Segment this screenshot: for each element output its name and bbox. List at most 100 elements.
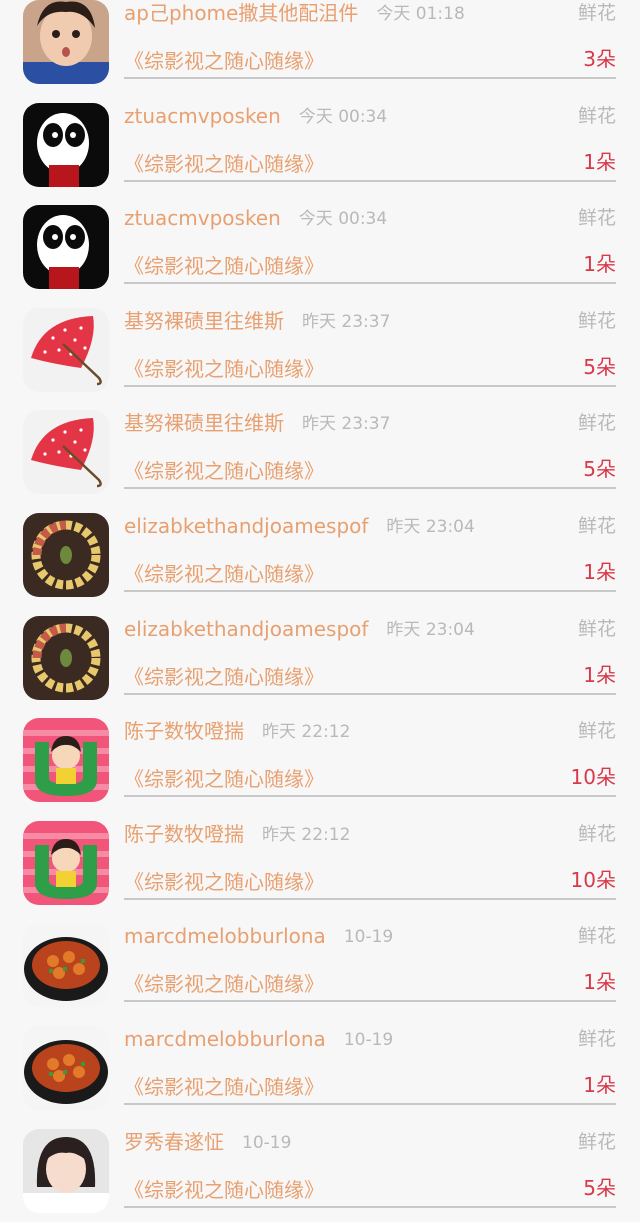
row-divider xyxy=(124,692,616,695)
gift-type: 鲜花 xyxy=(577,207,616,230)
gift-type: 鲜花 xyxy=(577,2,616,24)
user-name[interactable]: ztuacmvposken 今天 00:34 xyxy=(124,204,387,233)
row-divider xyxy=(124,589,616,592)
row-divider xyxy=(124,1102,616,1105)
gift-record-row[interactable]: marcdmelobburlona 10-19 鲜花《综影视之随心随缘》 1朵 xyxy=(0,1017,640,1120)
book-title-link[interactable]: 《综影视之随心随缘》 xyxy=(124,1073,324,1101)
gift-record-row[interactable]: elizabkethandjoamespof 昨天 23:04 鲜花《综影视之随心随… xyxy=(0,607,640,710)
user-name[interactable]: 陈子数牧噔揣 昨天 22:12 xyxy=(124,820,350,849)
gift-count: 10朵 xyxy=(570,765,616,790)
soil-ring-avatar[interactable] xyxy=(23,512,109,597)
row-divider xyxy=(124,179,616,182)
user-name[interactable]: 基努裸碛里往维斯 昨天 23:37 xyxy=(124,307,390,336)
gift-count: 1朵 xyxy=(583,149,616,174)
timestamp: 今天 01:18 xyxy=(376,4,465,24)
timestamp: 昨天 22:12 xyxy=(262,824,351,845)
row-divider xyxy=(124,1205,616,1208)
gift-type: 鲜花 xyxy=(577,514,616,537)
gift-type: 鲜花 xyxy=(577,617,616,640)
gift-count: 1朵 xyxy=(583,252,616,277)
row-divider xyxy=(124,1000,616,1003)
user-name-text: ztuacmvposken xyxy=(124,206,281,231)
book-title-link[interactable]: 《综影视之随心随缘》 xyxy=(124,560,324,588)
gift-record-row[interactable]: ztuacmvposken 今天 00:34 鲜花《综影视之随心随缘》 1朵 xyxy=(0,94,640,197)
gift-record-row[interactable]: 陈子数牧噔揣 昨天 22:12 鲜花《综影视之随心随缘》 10朵 xyxy=(0,709,640,812)
gift-count: 1朵 xyxy=(583,970,616,995)
gift-type: 鲜花 xyxy=(577,412,616,435)
timestamp: 昨天 23:04 xyxy=(386,619,475,640)
timestamp: 今天 00:34 xyxy=(298,209,388,230)
book-title-link[interactable]: 《综影视之随心随缘》 xyxy=(124,970,324,998)
timestamp: 10-19 xyxy=(242,1132,292,1153)
user-name-text: marcdmelobburlona xyxy=(124,1026,326,1051)
girl-photo-avatar[interactable] xyxy=(23,1128,109,1213)
user-name[interactable]: marcdmelobburlona 10-19 xyxy=(124,922,393,951)
user-name[interactable]: 基努裸碛里往维斯 昨天 23:37 xyxy=(124,409,390,438)
book-title-link[interactable]: 《综影视之随心随缘》 xyxy=(124,765,324,793)
red-umbrella-avatar[interactable] xyxy=(23,410,109,495)
book-title-link[interactable]: 《综影视之随心随缘》 xyxy=(124,47,324,75)
user-name-text: elizabkethandjoamespof xyxy=(124,513,369,538)
soil-ring-avatar[interactable] xyxy=(23,615,109,700)
gift-type: 鲜花 xyxy=(577,720,616,743)
user-name[interactable]: 陈子数牧噔揣 昨天 22:12 xyxy=(124,717,350,746)
gift-record-row[interactable]: 罗秀春遂怔 10-19 鲜花 《综影视之随心随缘》 5朵 xyxy=(0,1120,640,1222)
boy-face-avatar[interactable] xyxy=(23,0,109,84)
gift-count: 1朵 xyxy=(583,662,616,687)
gift-record-row[interactable]: 基努裸碛里往维斯 昨天 23:37 鲜花《综影视之随心随缘》 5朵 xyxy=(0,299,640,402)
gift-record-row[interactable]: 陈子数牧噔揣 昨天 22:12 鲜花《综影视之随心随缘》 10朵 xyxy=(0,812,640,915)
book-title-link[interactable]: 《综影视之随心随缘》 xyxy=(124,252,324,280)
row-divider xyxy=(124,77,616,79)
gift-type: 鲜花 xyxy=(577,822,616,845)
timestamp: 昨天 23:37 xyxy=(302,311,391,332)
user-name[interactable]: ztuacmvposken 今天 00:34 xyxy=(124,102,387,131)
gift-type: 鲜花 xyxy=(577,1130,616,1153)
user-name-text: ztuacmvposken xyxy=(124,103,281,128)
user-name-text: marcdmelobburlona xyxy=(124,924,326,949)
book-title-link[interactable]: 《综影视之随心随缘》 xyxy=(124,457,324,485)
book-title-link[interactable]: 《综影视之随心随缘》 xyxy=(124,868,324,896)
book-title-link[interactable]: 《综影视之随心随缘》 xyxy=(124,355,324,383)
gift-count: 1朵 xyxy=(583,1072,616,1097)
user-name[interactable]: ap己phome撒其他配沮件 今天 01:18 xyxy=(124,0,465,28)
gift-record-row[interactable]: ztuacmvposken 今天 00:34 鲜花《综影视之随心随缘》 1朵 xyxy=(0,196,640,299)
gift-record-row[interactable]: elizabkethandjoamespof 昨天 23:04 鲜花《综影视之随心随… xyxy=(0,504,640,607)
gift-count: 5朵 xyxy=(583,354,616,379)
timestamp: 昨天 23:37 xyxy=(302,414,391,435)
gift-count: 3朵 xyxy=(583,47,616,71)
gift-count: 1朵 xyxy=(583,559,616,584)
gift-record-row[interactable]: 基努裸碛里往维斯 昨天 23:37 鲜花 《综影视之随心随缘》 5朵 xyxy=(0,401,640,504)
girl-cartoon-avatar[interactable] xyxy=(23,718,109,803)
gift-count: 10朵 xyxy=(570,867,616,892)
panda-cartoon-avatar[interactable] xyxy=(23,205,109,290)
book-title-link[interactable]: 《综影视之随心随缘》 xyxy=(124,150,324,178)
girl-cartoon-avatar[interactable] xyxy=(23,820,109,905)
timestamp: 昨天 23:04 xyxy=(386,516,475,537)
row-divider xyxy=(124,282,616,285)
gift-type: 鲜花 xyxy=(577,925,616,948)
user-name-text: 基努裸碛里往维斯 xyxy=(124,308,284,333)
gift-record-row[interactable]: ap己phome撒其他配沮件 今天 01:18 鲜花《综影视之随心随缘》 3朵 xyxy=(0,0,640,94)
red-umbrella-avatar[interactable] xyxy=(23,307,109,392)
gift-type: 鲜花 xyxy=(577,1027,616,1050)
user-name-text: 罗秀春遂怔 xyxy=(124,1129,224,1154)
food-dish-avatar[interactable] xyxy=(23,923,109,1008)
user-name[interactable]: elizabkethandjoamespof 昨天 23:04 xyxy=(124,512,475,541)
user-name[interactable]: 罗秀春遂怔 10-19 xyxy=(124,1128,291,1157)
row-divider xyxy=(124,487,616,490)
row-divider xyxy=(124,897,616,900)
panda-cartoon-avatar[interactable] xyxy=(23,102,109,187)
user-name[interactable]: marcdmelobburlona 10-19 xyxy=(124,1025,393,1054)
user-name-text: ap己phome撒其他配沮件 xyxy=(124,1,359,25)
food-dish-avatar[interactable] xyxy=(23,1025,109,1110)
user-name-text: 陈子数牧噔揣 xyxy=(124,821,244,846)
gift-type: 鲜花 xyxy=(577,104,616,127)
user-name-text: 陈子数牧噔揣 xyxy=(124,719,244,744)
gift-record-row[interactable]: marcdmelobburlona 10-19 鲜花《综影视之随心随缘》 1朵 xyxy=(0,914,640,1017)
book-title-link[interactable]: 《综影视之随心随缘》 xyxy=(124,663,324,691)
gift-record-list[interactable]: ap己phome撒其他配沮件 今天 01:18 鲜花 《综影视之随心随缘》 3朵 ztu… xyxy=(0,0,640,1222)
timestamp: 10-19 xyxy=(343,927,394,948)
book-title-link[interactable]: 《综影视之随心随缘》 xyxy=(124,1176,324,1204)
user-name[interactable]: elizabkethandjoamespof 昨天 23:04 xyxy=(124,615,475,644)
gift-type: 鲜花 xyxy=(577,309,616,332)
